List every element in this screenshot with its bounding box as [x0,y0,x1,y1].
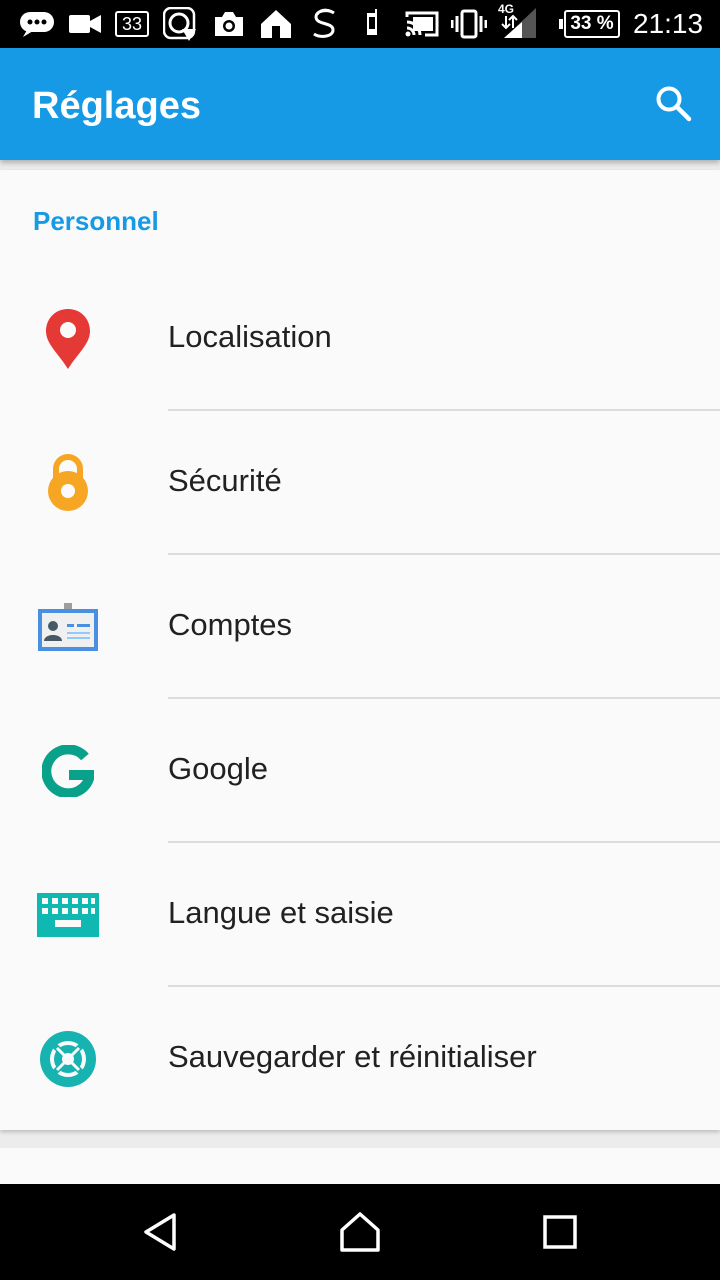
recents-button[interactable] [536,1208,584,1256]
setting-label: Sauvegarder et réinitialiser [168,1039,537,1074]
keyboard-icon [36,883,100,947]
next-card [0,1148,720,1188]
back-icon [144,1213,176,1251]
location-pin-icon [36,307,100,371]
navigation-bar [0,1184,720,1280]
setting-label: Google [168,751,268,786]
video-camera-icon [68,8,102,40]
setting-label: Localisation [168,319,332,354]
data-warning-icon [163,7,197,41]
home-button[interactable] [336,1208,384,1256]
sim-badge: 33 [115,11,149,37]
back-button[interactable] [136,1208,184,1256]
message-icon [18,8,56,40]
network-type: 4G [498,2,515,16]
setting-item-location[interactable]: Localisation [0,267,720,411]
vibrate-icon [450,8,488,40]
battery-level: 33 % [570,13,614,34]
status-bar: 33 4G 33 % 21:13 [0,0,720,48]
app-bar: Réglages [0,48,720,160]
s-app-icon [308,8,340,40]
setting-item-google[interactable]: Google [0,699,720,843]
backup-restore-icon [36,1027,100,1091]
setting-item-security[interactable]: Sécurité [0,411,720,555]
setting-label: Sécurité [168,463,282,498]
lock-icon [36,451,100,515]
search-icon [656,86,692,122]
recents-icon [543,1215,577,1249]
setting-item-backup-reset[interactable]: Sauvegarder et réinitialiser [0,987,720,1131]
setting-item-language-input[interactable]: Langue et saisie [0,843,720,987]
camera-icon [212,8,246,40]
setting-label: Comptes [168,607,293,642]
page-title: Réglages [32,85,201,127]
clock: 21:13 [633,8,704,39]
home-icon [340,1212,380,1252]
sim-badge-icon: 33 [114,8,150,40]
screen: 33 4G 33 % 21:13 Réglages Personnel Loca… [0,0,720,1280]
search-button[interactable] [648,78,700,130]
phone-icon [362,8,384,40]
setting-item-accounts[interactable]: Comptes [0,555,720,699]
google-icon [36,739,100,803]
account-card-icon [36,595,100,659]
battery-icon: 33 % [559,8,622,40]
section-header: Personnel [33,206,159,236]
signal-4g-icon: 4G [496,2,540,40]
setting-label: Langue et saisie [168,895,394,930]
settings-card: Personnel Localisation Sécurité Comptes … [0,170,720,1130]
cast-icon [404,8,440,40]
house-app-icon [258,8,294,40]
